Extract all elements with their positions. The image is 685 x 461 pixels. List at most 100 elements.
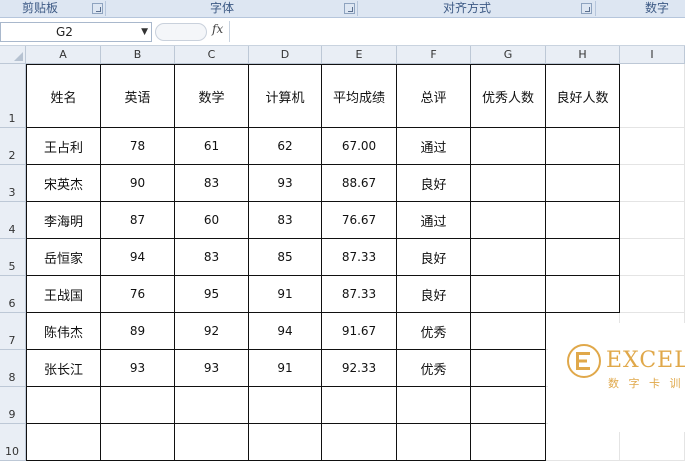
cell-h2[interactable] <box>546 128 620 165</box>
cell-b2[interactable]: 78 <box>101 128 175 165</box>
cell-d9[interactable] <box>249 387 322 424</box>
cell-h5[interactable] <box>546 239 620 276</box>
cell-d5[interactable]: 85 <box>249 239 322 276</box>
cell-d7[interactable]: 94 <box>249 313 322 350</box>
cell-c8[interactable]: 93 <box>175 350 249 387</box>
cell-i1[interactable] <box>620 64 685 128</box>
cell-i5[interactable] <box>620 239 685 276</box>
cell-g4[interactable] <box>471 202 546 239</box>
cell-e7[interactable]: 91.67 <box>322 313 397 350</box>
cell-a1[interactable]: 姓名 <box>26 64 101 128</box>
cell-e2[interactable]: 67.00 <box>322 128 397 165</box>
cell-e3[interactable]: 88.67 <box>322 165 397 202</box>
cell-f7[interactable]: 优秀 <box>397 313 471 350</box>
cell-i3[interactable] <box>620 165 685 202</box>
cell-a5[interactable]: 岳恒家 <box>26 239 101 276</box>
row-header-8[interactable]: 8 <box>0 350 26 387</box>
cell-g1[interactable]: 优秀人数 <box>471 64 546 128</box>
cell-f3[interactable]: 良好 <box>397 165 471 202</box>
select-all-corner[interactable] <box>0 46 26 64</box>
cell-c1[interactable]: 数学 <box>175 64 249 128</box>
cell-a9[interactable] <box>26 387 101 424</box>
name-box[interactable]: G2 ▼ <box>0 22 152 42</box>
cell-d2[interactable]: 62 <box>249 128 322 165</box>
cell-g6[interactable] <box>471 276 546 313</box>
cell-e1[interactable]: 平均成绩 <box>322 64 397 128</box>
column-header-h[interactable]: H <box>546 46 620 64</box>
column-header-g[interactable]: G <box>471 46 546 64</box>
cell-c7[interactable]: 92 <box>175 313 249 350</box>
insert-function-icon[interactable]: fx <box>212 22 223 36</box>
cell-b4[interactable]: 87 <box>101 202 175 239</box>
formula-bar-resize-handle[interactable] <box>155 23 207 41</box>
cell-d1[interactable]: 计算机 <box>249 64 322 128</box>
cell-a6[interactable]: 王战国 <box>26 276 101 313</box>
cell-g9[interactable] <box>471 387 546 424</box>
cell-f6[interactable]: 良好 <box>397 276 471 313</box>
column-header-f[interactable]: F <box>397 46 471 64</box>
cell-b10[interactable] <box>101 424 175 461</box>
cell-g8[interactable] <box>471 350 546 387</box>
cell-f1[interactable]: 总评 <box>397 64 471 128</box>
cell-c3[interactable]: 83 <box>175 165 249 202</box>
cell-e5[interactable]: 87.33 <box>322 239 397 276</box>
column-header-a[interactable]: A <box>26 46 101 64</box>
cell-i4[interactable] <box>620 202 685 239</box>
row-header-9[interactable]: 9 <box>0 387 26 424</box>
row-header-7[interactable]: 7 <box>0 313 26 350</box>
cell-b8[interactable]: 93 <box>101 350 175 387</box>
cell-a4[interactable]: 李海明 <box>26 202 101 239</box>
cell-c6[interactable]: 95 <box>175 276 249 313</box>
cell-g2[interactable] <box>471 128 546 165</box>
cell-g10[interactable] <box>471 424 546 461</box>
cell-h4[interactable] <box>546 202 620 239</box>
row-header-1[interactable]: 1 <box>0 64 26 128</box>
cell-e9[interactable] <box>322 387 397 424</box>
cell-f4[interactable]: 通过 <box>397 202 471 239</box>
cell-f5[interactable]: 良好 <box>397 239 471 276</box>
formula-input[interactable] <box>230 21 685 42</box>
cell-c10[interactable] <box>175 424 249 461</box>
cell-h6[interactable] <box>546 276 620 313</box>
clipboard-dialog-launcher-icon[interactable] <box>92 3 103 14</box>
row-header-10[interactable]: 10 <box>0 424 26 461</box>
column-header-c[interactable]: C <box>175 46 249 64</box>
cell-f8[interactable]: 优秀 <box>397 350 471 387</box>
cell-d6[interactable]: 91 <box>249 276 322 313</box>
cell-b1[interactable]: 英语 <box>101 64 175 128</box>
column-header-i[interactable]: I <box>620 46 685 64</box>
column-header-e[interactable]: E <box>322 46 397 64</box>
cell-b7[interactable]: 89 <box>101 313 175 350</box>
row-header-6[interactable]: 6 <box>0 276 26 313</box>
cell-c4[interactable]: 60 <box>175 202 249 239</box>
cell-h1[interactable]: 良好人数 <box>546 64 620 128</box>
cell-c5[interactable]: 83 <box>175 239 249 276</box>
column-header-d[interactable]: D <box>249 46 322 64</box>
cell-e6[interactable]: 87.33 <box>322 276 397 313</box>
cell-i2[interactable] <box>620 128 685 165</box>
cell-c2[interactable]: 61 <box>175 128 249 165</box>
cell-c9[interactable] <box>175 387 249 424</box>
alignment-dialog-launcher-icon[interactable] <box>581 3 592 14</box>
cell-f2[interactable]: 通过 <box>397 128 471 165</box>
cell-b5[interactable]: 94 <box>101 239 175 276</box>
cell-f9[interactable] <box>397 387 471 424</box>
cell-e4[interactable]: 76.67 <box>322 202 397 239</box>
cell-d8[interactable]: 91 <box>249 350 322 387</box>
cell-a3[interactable]: 宋英杰 <box>26 165 101 202</box>
column-header-b[interactable]: B <box>101 46 175 64</box>
cell-h3[interactable] <box>546 165 620 202</box>
cell-b9[interactable] <box>101 387 175 424</box>
cell-a10[interactable] <box>26 424 101 461</box>
row-header-4[interactable]: 4 <box>0 202 26 239</box>
cell-a7[interactable]: 陈伟杰 <box>26 313 101 350</box>
cell-i6[interactable] <box>620 276 685 313</box>
cell-g3[interactable] <box>471 165 546 202</box>
row-header-3[interactable]: 3 <box>0 165 26 202</box>
cell-d4[interactable]: 83 <box>249 202 322 239</box>
cell-g7[interactable] <box>471 313 546 350</box>
font-dialog-launcher-icon[interactable] <box>344 3 355 14</box>
cell-b3[interactable]: 90 <box>101 165 175 202</box>
cell-b6[interactable]: 76 <box>101 276 175 313</box>
cell-g5[interactable] <box>471 239 546 276</box>
